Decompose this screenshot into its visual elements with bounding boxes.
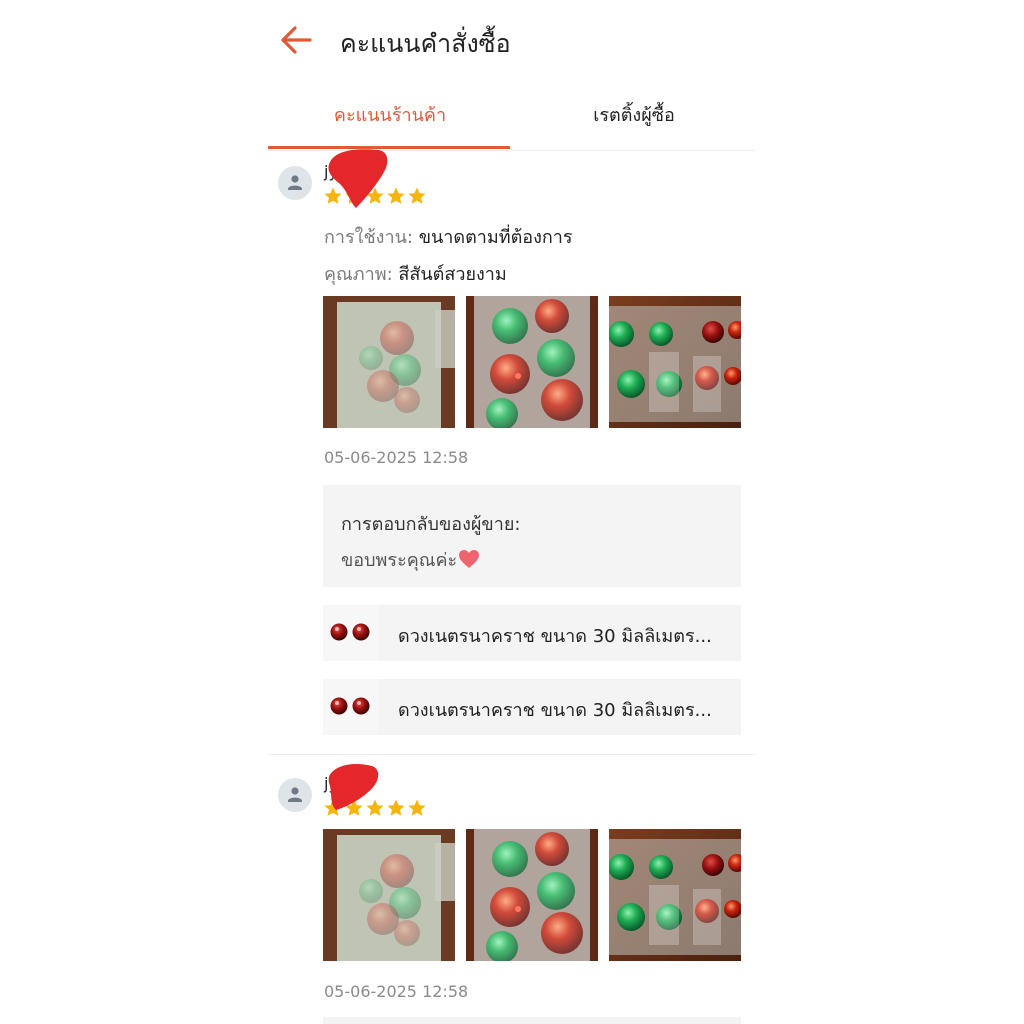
attribute-value: ขนาดตามที่ต้องการ [418, 227, 573, 248]
attribute-value: สีสันต์สวยงาม [398, 264, 507, 285]
review-photo[interactable] [466, 829, 598, 961]
tab-shop-rating[interactable]: คะแนนร้านค้า [268, 88, 512, 146]
tab-buyer-rating[interactable]: เรตติ้งผู้ซื้อ [512, 88, 756, 146]
next-section-edge [323, 1017, 741, 1024]
page-title: คะแนนคำสั่งซื้อ [340, 29, 511, 58]
attribute-label: คุณภาพ: [324, 264, 393, 285]
review-timestamp: 05-06-2025 12:58 [324, 982, 469, 1001]
product-thumbnail [323, 679, 379, 735]
avatar[interactable] [278, 778, 312, 812]
rating-tabs: คะแนนร้านค้า เรตติ้งผู้ซื้อ [268, 88, 756, 151]
seller-reply-text: ขอบพระคุณค่ะ [341, 550, 458, 571]
review-timestamp: 05-06-2025 12:58 [324, 448, 469, 467]
review-item: jy 07 [268, 762, 756, 1024]
product-card[interactable]: ดวงเนตรนาคราช ขนาด 30 มิลลิเมตร... [323, 605, 741, 661]
review-item: jy 07 การใช้งาน: ขนาดตามที่ต้องการ คุณภา… [268, 149, 756, 755]
redaction-mark [328, 764, 379, 810]
star-icon [387, 799, 405, 816]
back-button[interactable] [276, 22, 316, 58]
review-photo[interactable] [466, 296, 598, 428]
order-rating-screen: คะแนนคำสั่งซื้อ คะแนนร้านค้า เรตติ้งผู้ซ… [268, 0, 756, 1024]
review-photo[interactable] [609, 829, 741, 961]
seller-reply-label: การตอบกลับของผู้ขาย: [341, 514, 521, 535]
product-thumbnail [323, 605, 379, 661]
attribute-label: การใช้งาน: [324, 227, 413, 248]
review-attribute-quality: คุณภาพ: สีสันต์สวยงาม [324, 259, 507, 288]
product-name: ดวงเนตรนาคราช ขนาด 30 มิลลิเมตร... [398, 626, 712, 647]
star-icon [408, 799, 426, 816]
review-photo[interactable] [323, 296, 455, 428]
seller-reply: การตอบกลับของผู้ขาย: ขอบพระคุณค่ะ [323, 485, 741, 587]
product-card[interactable]: ดวงเนตรนาคราช ขนาด 30 มิลลิเมตร... [323, 679, 741, 735]
review-attribute-usage: การใช้งาน: ขนาดตามที่ต้องการ [324, 222, 573, 251]
avatar[interactable] [278, 166, 312, 200]
user-icon [288, 787, 302, 802]
product-name: ดวงเนตรนาคราช ขนาด 30 มิลลิเมตร... [398, 700, 712, 721]
app-header: คะแนนคำสั่งซื้อ [268, 0, 756, 84]
heart-emoji-icon [459, 550, 480, 568]
review-photo[interactable] [323, 829, 455, 961]
star-icon [408, 187, 426, 204]
arrow-left-icon [281, 26, 312, 54]
seller-reply-text-row: ขอบพระคุณค่ะ [341, 545, 480, 574]
review-photo[interactable] [609, 296, 741, 428]
user-icon [288, 175, 302, 190]
redaction-mark [328, 149, 388, 208]
